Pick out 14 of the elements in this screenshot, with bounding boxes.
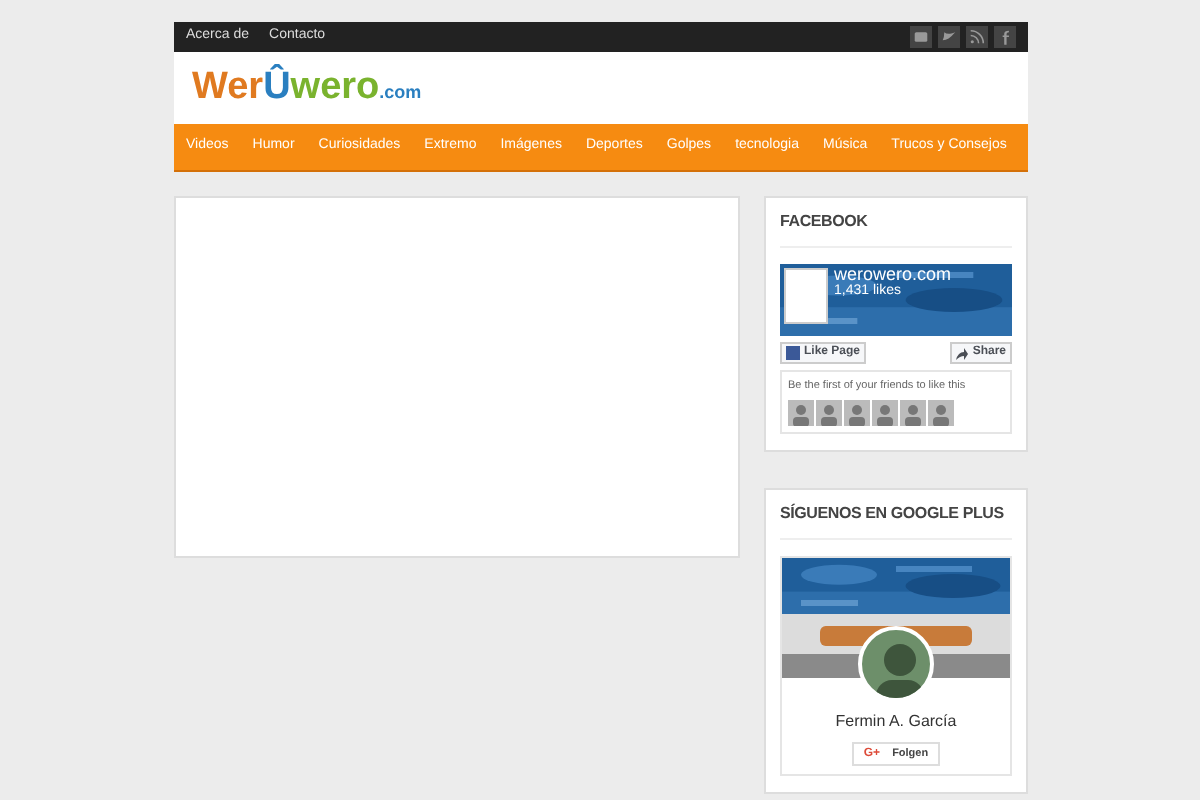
share-arrow-icon xyxy=(956,347,969,359)
friend-avatar[interactable] xyxy=(872,400,898,427)
page-name[interactable]: werowero.com xyxy=(834,266,952,284)
friend-avatar[interactable] xyxy=(844,400,870,427)
facebook-icon xyxy=(786,346,800,360)
facebook-icon[interactable] xyxy=(994,26,1016,48)
friend-avatar[interactable] xyxy=(816,400,842,427)
friend-avatar[interactable] xyxy=(928,400,954,427)
widget-title: SÍGUENOS EN GOOGLE PLUS xyxy=(780,490,1012,541)
profile-name: Fermin A. García xyxy=(835,710,957,735)
friend-avatar[interactable] xyxy=(788,400,814,427)
friend-avatar[interactable] xyxy=(900,400,926,427)
widget-title: FACEBOOK xyxy=(780,198,1012,248)
rss-icon[interactable] xyxy=(966,26,988,48)
